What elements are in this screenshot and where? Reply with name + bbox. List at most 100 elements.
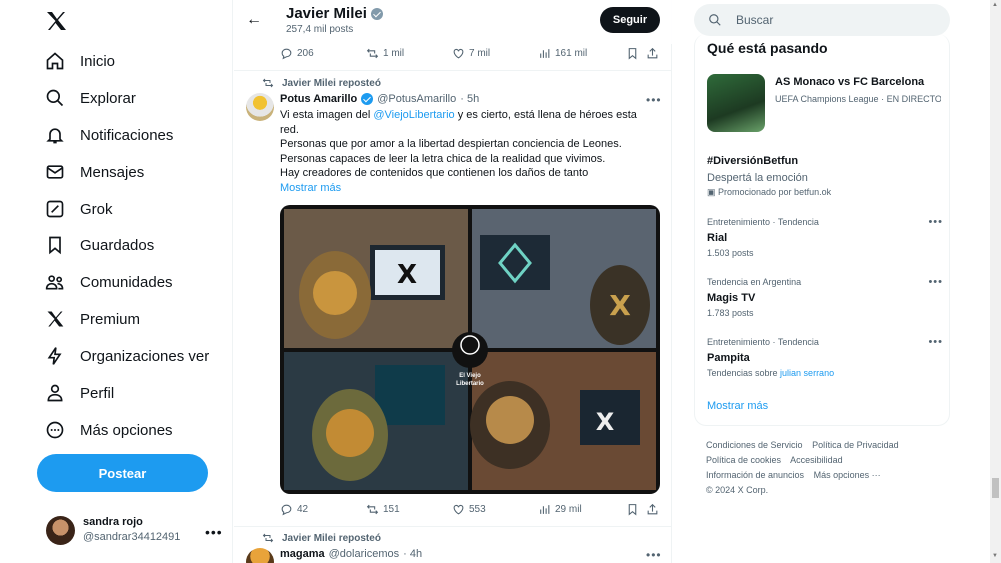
more-dots-icon[interactable]: ••• bbox=[205, 524, 223, 540]
nav-label: Inicio bbox=[80, 52, 116, 70]
divider bbox=[234, 70, 672, 71]
nav-item-comunidades[interactable]: Comunidades bbox=[45, 269, 213, 295]
footer-link[interactable]: Accesibilidad bbox=[790, 455, 843, 465]
nav-item-premium[interactable]: Premium bbox=[45, 306, 213, 332]
post-button[interactable]: Postear bbox=[37, 454, 208, 492]
event-title[interactable]: AS Monaco vs FC Barcelona bbox=[775, 76, 924, 88]
nav-item-explorar[interactable]: Explorar bbox=[45, 85, 213, 111]
avatar[interactable] bbox=[246, 93, 274, 121]
back-arrow-icon[interactable]: ← bbox=[246, 11, 262, 29]
repost-label: Javier Milei reposteó bbox=[282, 77, 381, 89]
watermark-text: El Viejo Libertario bbox=[456, 373, 484, 387]
mail-icon bbox=[46, 165, 64, 179]
svg-text:X: X bbox=[596, 408, 615, 436]
tweet-media-image[interactable]: X X X El Viejo Libertario bbox=[280, 205, 660, 494]
nav-item-guardados[interactable]: Guardados bbox=[45, 232, 213, 258]
nav-item-mas-opciones[interactable]: Más opciones bbox=[45, 417, 213, 443]
bookmark-button[interactable] bbox=[626, 47, 643, 60]
footer-link[interactable]: Información de anuncios bbox=[706, 470, 804, 480]
footer-link[interactable]: Condiciones de Servicio bbox=[706, 440, 803, 450]
nav-item-mensajes[interactable]: Mensajes bbox=[45, 159, 213, 185]
trend-related-link[interactable]: julian serrano bbox=[780, 368, 834, 378]
tweet-time[interactable]: · 4h bbox=[403, 548, 422, 560]
share-button[interactable] bbox=[646, 47, 663, 60]
promo-by: Promocionado por betfun.ok bbox=[718, 187, 832, 197]
person-icon bbox=[47, 384, 63, 402]
bookmark-icon bbox=[628, 504, 637, 516]
author-name[interactable]: magama bbox=[280, 548, 325, 560]
grok-icon bbox=[46, 200, 64, 218]
author-handle[interactable]: @PotusAmarillo bbox=[377, 93, 456, 105]
promoted-trend[interactable]: #DiversiónBetfun Despertá la emoción ▣ P… bbox=[707, 152, 943, 199]
more-dots-icon[interactable]: ••• bbox=[646, 548, 662, 562]
avatar[interactable] bbox=[246, 548, 274, 563]
heart-icon bbox=[453, 48, 464, 59]
trend-name: #DiversiónBetfun bbox=[707, 155, 799, 167]
nav-item-grok[interactable]: Grok bbox=[45, 196, 213, 222]
account-switcher[interactable]: sandra rojo @sandrar34412491 bbox=[46, 515, 180, 545]
scroll-down-icon[interactable]: ▼ bbox=[992, 553, 998, 559]
reply-button[interactable]: 42 bbox=[280, 503, 308, 516]
bookmark-button[interactable] bbox=[626, 503, 643, 516]
repost-icon bbox=[366, 504, 379, 515]
trend-meta: Entretenimiento · Tendencia bbox=[707, 217, 819, 227]
show-more-link[interactable]: Mostrar más bbox=[707, 400, 768, 412]
trend-item[interactable]: Entretenimiento · Tendencia Pampita Tend… bbox=[707, 336, 943, 380]
repost-button[interactable]: 1 mil bbox=[366, 47, 404, 60]
svg-text:X: X bbox=[609, 289, 631, 322]
views-count: 161 mil bbox=[555, 48, 588, 59]
scroll-thumb[interactable] bbox=[992, 478, 999, 498]
bookmark-icon bbox=[628, 48, 637, 60]
more-circle-icon bbox=[46, 421, 64, 439]
more-dots-icon[interactable]: ••• bbox=[646, 93, 662, 107]
more-dots-icon[interactable]: ••• bbox=[928, 216, 943, 228]
scroll-up-icon[interactable]: ▲ bbox=[992, 2, 998, 8]
follow-button[interactable]: Seguir bbox=[600, 7, 660, 33]
event-thumbnail[interactable] bbox=[707, 74, 765, 132]
lion-shield-collage: X X X bbox=[284, 209, 656, 490]
tweet-actions: 206 1 mil 7 mil 161 mil bbox=[280, 47, 660, 63]
nav-item-organizaciones[interactable]: Organizaciones ver bbox=[45, 343, 213, 369]
more-dots-icon[interactable]: ••• bbox=[928, 276, 943, 288]
main-timeline: ← Javier Milei 257,4 mil posts Seguir 20… bbox=[234, 0, 672, 563]
nav-label: Notificaciones bbox=[80, 126, 174, 144]
nav-label: Explorar bbox=[80, 89, 136, 107]
footer-link[interactable]: Política de Privacidad bbox=[812, 440, 899, 450]
nav-item-perfil[interactable]: Perfil bbox=[45, 380, 213, 406]
share-icon bbox=[647, 47, 658, 59]
show-more-link[interactable]: Mostrar más bbox=[280, 182, 341, 194]
views-button[interactable]: 161 mil bbox=[538, 47, 587, 60]
trend-count: 1.503 posts bbox=[707, 248, 754, 258]
repost-icon bbox=[262, 78, 274, 88]
mention-link[interactable]: @ViejoLibertario bbox=[373, 109, 454, 121]
share-button[interactable] bbox=[646, 503, 663, 516]
repost-button[interactable]: 151 bbox=[366, 503, 400, 516]
post-count: 257,4 mil posts bbox=[286, 24, 354, 35]
profile-name-text: Javier Milei bbox=[286, 5, 367, 22]
verified-badge-icon bbox=[370, 7, 383, 20]
tweet-time[interactable]: · 5h bbox=[460, 93, 479, 105]
trend-item[interactable]: Tendencia en Argentina Magis TV 1.783 po… bbox=[707, 276, 943, 320]
trend-count: Tendencias sobre julian serrano bbox=[707, 367, 943, 380]
tweet-text: Vi esta imagen del @ViejoLibertario y es… bbox=[280, 108, 652, 181]
reply-button[interactable]: 206 bbox=[280, 47, 314, 60]
search-input[interactable]: Buscar bbox=[694, 4, 950, 36]
trend-item[interactable]: Entretenimiento · Tendencia Rial 1.503 p… bbox=[707, 216, 943, 260]
author-name[interactable]: Potus Amarillo bbox=[280, 93, 357, 105]
x-logo-icon[interactable] bbox=[44, 9, 68, 33]
nav-item-notificaciones[interactable]: Notificaciones bbox=[45, 122, 213, 148]
views-button[interactable]: 29 mil bbox=[538, 503, 582, 516]
footer-link[interactable]: Política de cookies bbox=[706, 455, 781, 465]
trend-meta: Tendencia en Argentina bbox=[707, 277, 802, 287]
repost-icon bbox=[262, 533, 274, 543]
author-handle[interactable]: @dolaricemos bbox=[329, 548, 399, 560]
like-button[interactable]: 7 mil bbox=[452, 47, 490, 60]
footer-link[interactable]: Más opciones ··· bbox=[814, 470, 881, 480]
more-dots-icon[interactable]: ••• bbox=[928, 336, 943, 348]
nav-item-inicio[interactable]: Inicio bbox=[45, 48, 213, 74]
profile-name: Javier Milei bbox=[286, 5, 383, 22]
like-button[interactable]: 553 bbox=[452, 503, 486, 516]
verified-badge-icon bbox=[361, 93, 374, 105]
people-icon bbox=[45, 275, 64, 290]
trend-count: 1.783 posts bbox=[707, 308, 754, 318]
